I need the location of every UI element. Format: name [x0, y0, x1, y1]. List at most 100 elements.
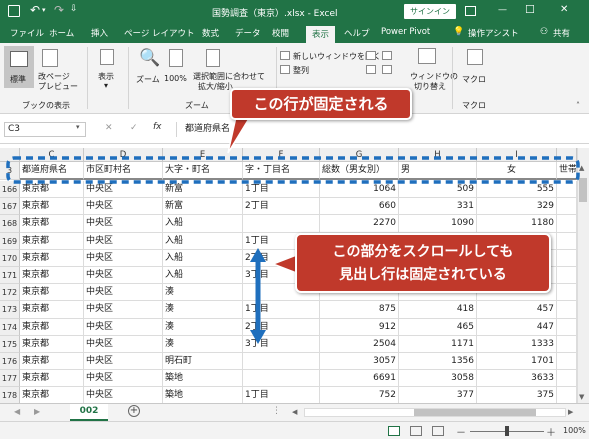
cell-d[interactable]: 中央区 [84, 370, 163, 388]
cell-i[interactable]: 1701 [477, 353, 557, 371]
cell-d[interactable]: 中央区 [84, 249, 163, 267]
row-header[interactable]: 170 [0, 249, 20, 267]
cell-d[interactable]: 中央区 [84, 267, 163, 285]
undo-dropdown-icon[interactable]: ▾ [42, 6, 46, 14]
minimize-button[interactable]: — [498, 5, 507, 15]
cell-h[interactable]: 3058 [399, 370, 477, 388]
page-layout-status-icon[interactable] [410, 426, 422, 436]
cell-d[interactable]: 中央区 [84, 353, 163, 371]
cell-h[interactable]: 465 [399, 318, 477, 336]
cell-f[interactable] [243, 215, 320, 233]
cell-e[interactable]: 湊 [163, 335, 243, 353]
cell-j[interactable] [557, 301, 577, 319]
cell-d[interactable]: 中央区 [84, 215, 163, 233]
close-button[interactable]: ✕ [560, 4, 568, 15]
row-header[interactable]: 174 [0, 318, 20, 336]
cell-i[interactable]: 329 [477, 198, 557, 216]
signin-button[interactable]: サインイン [404, 4, 456, 19]
name-box[interactable]: C3 [4, 122, 86, 137]
cell-g[interactable]: 660 [320, 198, 399, 216]
cell-j[interactable] [557, 387, 577, 405]
cell-h[interactable]: 1090 [399, 215, 477, 233]
cell-c[interactable]: 東京都 [20, 249, 84, 267]
cell-g[interactable]: 2504 [320, 335, 399, 353]
cell-d[interactable]: 中央区 [84, 232, 163, 250]
cell-i[interactable]: 1333 [477, 335, 557, 353]
cell-c[interactable]: 東京都 [20, 370, 84, 388]
cell-j[interactable] [557, 267, 577, 285]
cell-d[interactable]: 中央区 [84, 284, 163, 302]
cell-g[interactable]: 875 [320, 301, 399, 319]
tab-page-layout[interactable]: ページ レイアウト [124, 27, 195, 39]
customize-qat-icon[interactable]: ⇩ [70, 4, 78, 14]
zoom-out-button[interactable]: － [456, 424, 466, 439]
redo-icon[interactable]: ↷ [54, 3, 64, 17]
cell-f[interactable] [243, 370, 320, 388]
cell-h[interactable]: 418 [399, 301, 477, 319]
cell-e[interactable]: 入船 [163, 249, 243, 267]
row-header[interactable]: 167 [0, 198, 20, 216]
cell-e[interactable]: 明石町 [163, 353, 243, 371]
ribbon-display-icon[interactable] [465, 6, 476, 16]
cell-d[interactable]: 中央区 [84, 335, 163, 353]
tab-home[interactable]: ホーム [49, 27, 74, 39]
sheet-tabs-options-icon[interactable]: ⋮ [272, 406, 281, 416]
zoom-in-button[interactable]: ＋ [546, 424, 556, 439]
reset-position-icon[interactable] [382, 65, 392, 74]
hscroll-right-icon[interactable]: ▶ [568, 408, 573, 416]
row-header[interactable]: 169 [0, 232, 20, 250]
cell-d[interactable]: 中央区 [84, 198, 163, 216]
cell-c[interactable]: 東京都 [20, 267, 84, 285]
cell-e[interactable]: 築地 [163, 387, 243, 405]
cell-i[interactable]: 447 [477, 318, 557, 336]
collapse-ribbon-icon[interactable]: ˄ [576, 101, 580, 110]
split-icon[interactable] [366, 51, 376, 60]
cell-j[interactable] [557, 249, 577, 267]
row-header[interactable]: 178 [0, 387, 20, 405]
cell-c[interactable]: 東京都 [20, 284, 84, 302]
cell-c[interactable]: 東京都 [20, 198, 84, 216]
undo-icon[interactable]: ↶ [30, 3, 40, 17]
next-sheet-icon[interactable]: ▶ [34, 407, 40, 416]
cell-i[interactable]: 3633 [477, 370, 557, 388]
zoom-100-button[interactable]: 100% [164, 74, 187, 83]
cell-d[interactable]: 中央区 [84, 387, 163, 405]
tell-me-search[interactable]: 操作アシスト [468, 27, 519, 39]
cell-e[interactable]: 湊 [163, 301, 243, 319]
cell-e[interactable]: 湊 [163, 284, 243, 302]
row-header[interactable]: 176 [0, 353, 20, 371]
zoom-level[interactable]: 100% [563, 426, 586, 435]
row-header[interactable]: 171 [0, 267, 20, 285]
cell-c[interactable]: 東京都 [20, 232, 84, 250]
tab-review[interactable]: 校閲 [272, 27, 289, 39]
cell-i[interactable]: 1180 [477, 215, 557, 233]
cell-e[interactable]: 入船 [163, 215, 243, 233]
scroll-down-icon[interactable]: ▼ [579, 393, 584, 401]
tab-view[interactable]: 表示 [306, 26, 336, 43]
tab-help[interactable]: ヘルプ [344, 27, 370, 39]
insert-function-icon[interactable]: fx [153, 122, 162, 132]
cell-g[interactable]: 3057 [320, 353, 399, 371]
cell-c[interactable]: 東京都 [20, 215, 84, 233]
row-header[interactable]: 175 [0, 335, 20, 353]
tab-formulas[interactable]: 数式 [202, 27, 219, 39]
show-dropdown-icon[interactable]: ▾ [104, 81, 108, 90]
cancel-icon[interactable]: ✕ [105, 123, 113, 133]
cell-g[interactable]: 752 [320, 387, 399, 405]
cell-e[interactable]: 入船 [163, 267, 243, 285]
normal-view-status-icon[interactable] [388, 426, 400, 436]
row-header[interactable]: 173 [0, 301, 20, 319]
cell-e[interactable]: 築地 [163, 370, 243, 388]
cell-c[interactable]: 東京都 [20, 301, 84, 319]
cell-g[interactable]: 912 [320, 318, 399, 336]
cell-e[interactable]: 新富 [163, 198, 243, 216]
tab-file[interactable]: ファイル [10, 27, 44, 39]
cell-f[interactable]: 1丁目 [243, 387, 320, 405]
cell-i[interactable]: 457 [477, 301, 557, 319]
hscroll-left-icon[interactable]: ◀ [292, 408, 297, 416]
page-break-status-icon[interactable] [432, 426, 444, 436]
row-header[interactable]: 177 [0, 370, 20, 388]
cell-c[interactable]: 東京都 [20, 353, 84, 371]
cell-d[interactable]: 中央区 [84, 318, 163, 336]
cell-h[interactable]: 1356 [399, 353, 477, 371]
